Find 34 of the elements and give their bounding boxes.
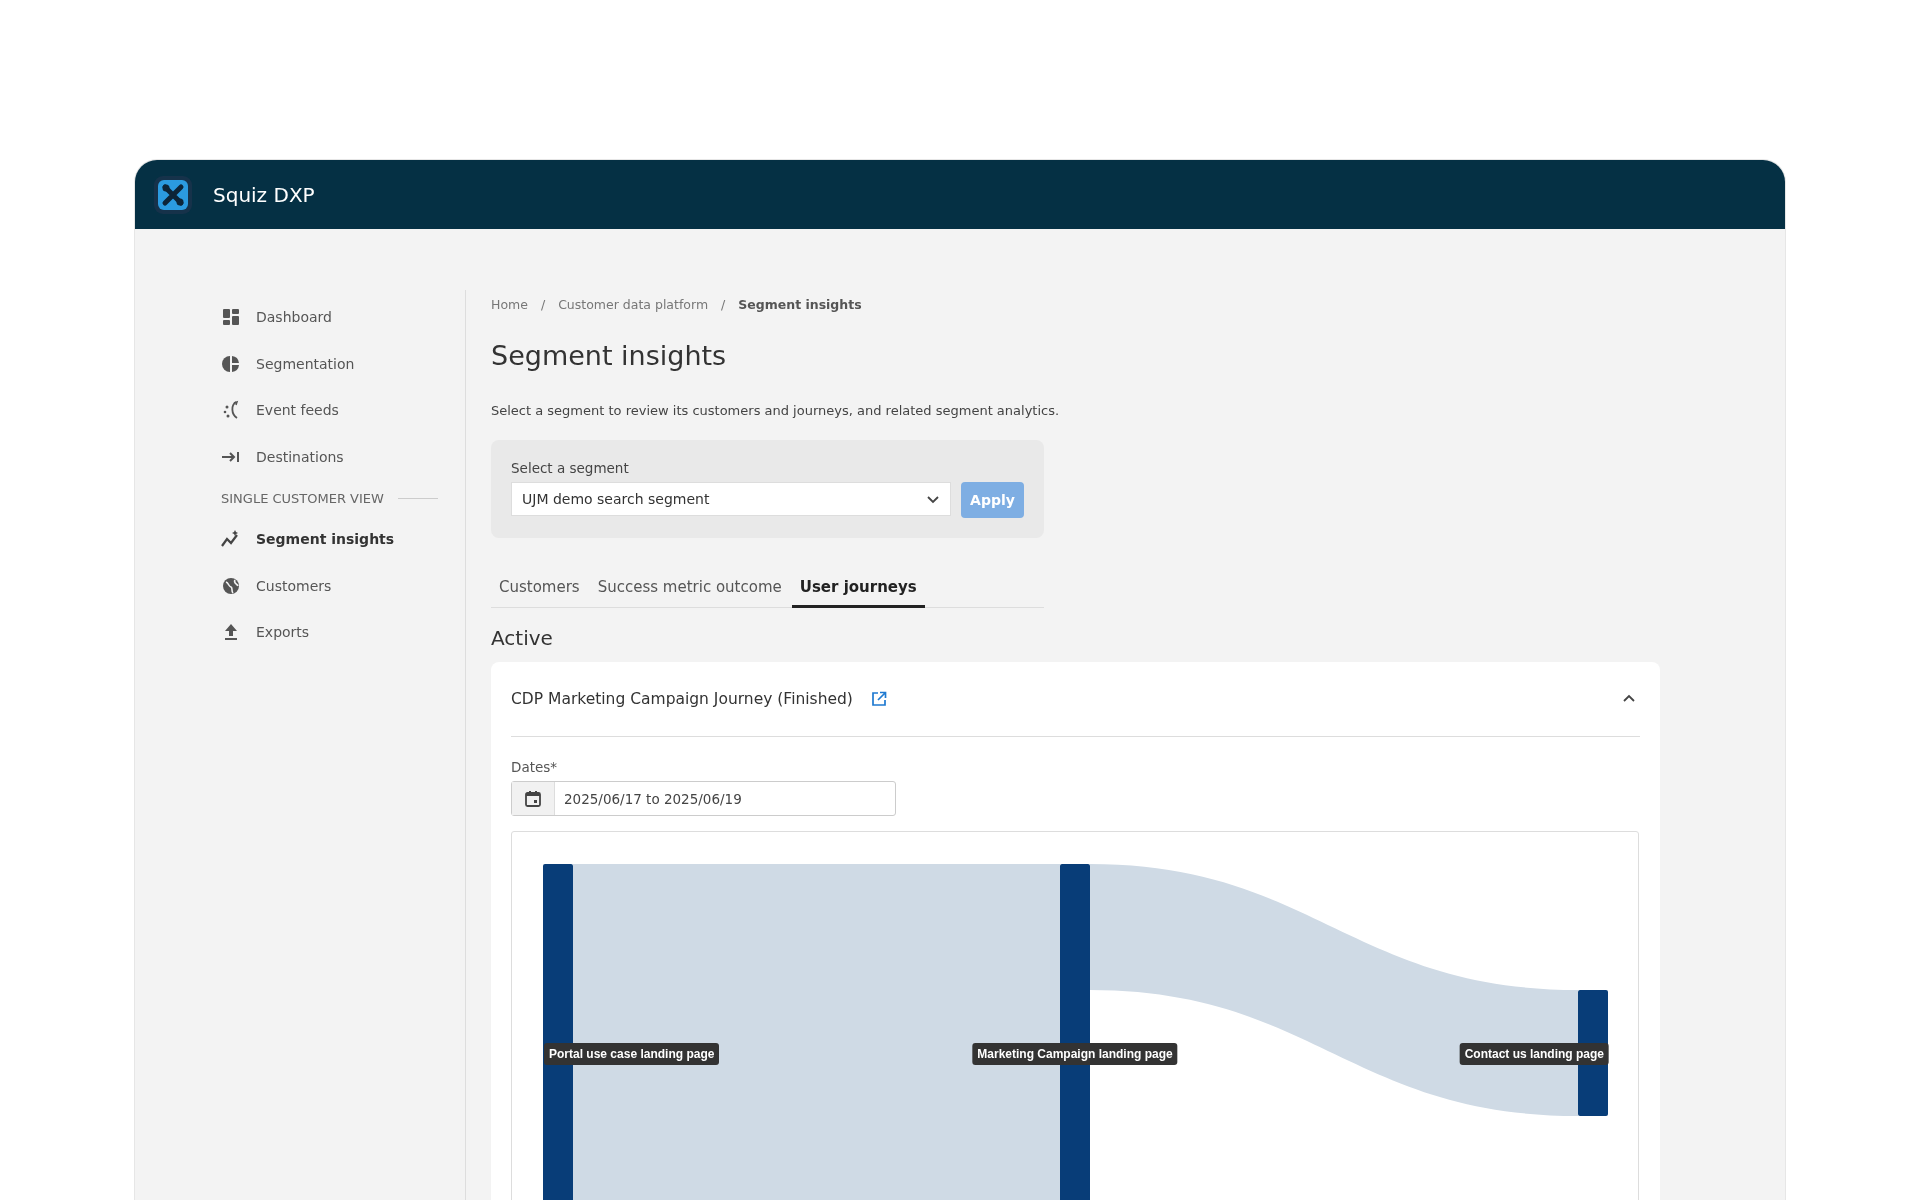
logo-icon <box>153 174 193 215</box>
sidebar-item[interactable]: Segment insights <box>221 516 395 563</box>
page-title: Segment insights <box>491 340 728 371</box>
breadcrumb-link[interactable]: Customer data platform <box>558 297 709 312</box>
section-heading: SINGLE CUSTOMER VIEW <box>221 490 384 506</box>
date-range-field[interactable]: 2025/06/17 to 2025/06/19 <box>511 781 896 816</box>
page-description: Select a segment to review its customers and journeys, and related segment analytics. <box>491 403 1061 418</box>
calendar-icon <box>524 789 542 808</box>
field-label: Dates* <box>511 759 559 775</box>
sidebar-item[interactable]: Dashboard <box>221 294 332 341</box>
tab[interactable]: User journeys <box>791 568 925 608</box>
sidebar-item[interactable]: Destinations <box>221 433 344 480</box>
tab[interactable]: Customers <box>491 568 588 608</box>
sidebar-item[interactable]: Customers <box>221 562 332 609</box>
external-link-icon[interactable] <box>870 691 887 707</box>
breadcrumb-separator: / <box>540 297 546 312</box>
node-label: Contact us landing page <box>1459 1043 1609 1065</box>
sidebar-item[interactable]: Event feeds <box>221 387 339 434</box>
pie-chart-icon <box>221 353 241 374</box>
node-label: Portal use case landing page <box>544 1043 720 1065</box>
segment-dropdown[interactable]: UJM demo search segment <box>511 482 951 516</box>
breadcrumb-current: Segment insights <box>738 297 862 312</box>
app-title: Squiz DXP <box>213 182 315 207</box>
section-title: Active <box>491 626 554 650</box>
field-label: Select a segment <box>511 460 630 476</box>
sidebar-item[interactable]: Exports <box>221 609 310 656</box>
globe-icon <box>221 575 241 596</box>
sidebar-item[interactable]: Segmentation <box>221 340 355 387</box>
journey-title: CDP Marketing Campaign Journey (Finished) <box>511 690 853 708</box>
dashboard-icon <box>221 307 241 328</box>
tab[interactable]: Success metric outcome <box>589 568 790 608</box>
breadcrumb-link[interactable]: Home <box>491 297 528 312</box>
breadcrumb-separator: / <box>721 297 726 312</box>
node-label: Marketing Campaign landing page <box>972 1043 1178 1065</box>
